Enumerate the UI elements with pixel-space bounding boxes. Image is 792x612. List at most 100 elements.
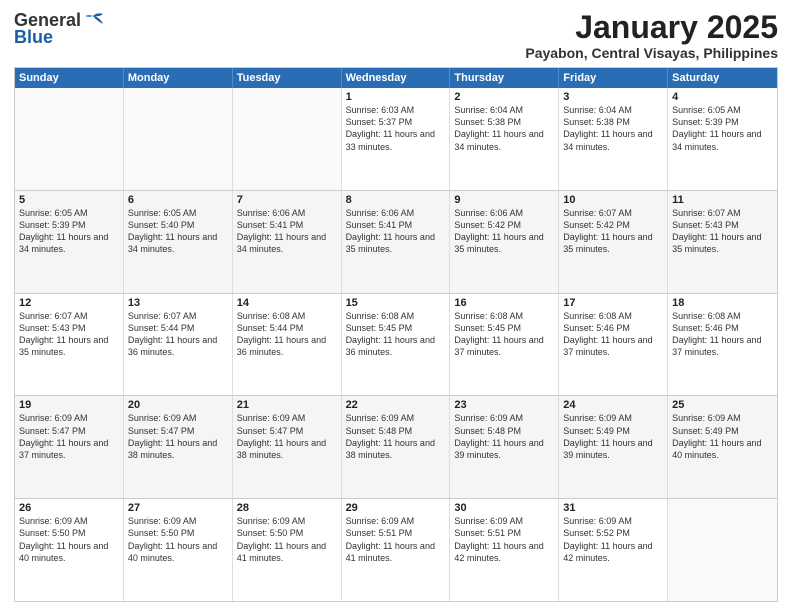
day-cell-31: 31Sunrise: 6:09 AM Sunset: 5:52 PM Dayli…: [559, 499, 668, 601]
day-cell-21: 21Sunrise: 6:09 AM Sunset: 5:47 PM Dayli…: [233, 396, 342, 498]
day-number: 23: [454, 399, 554, 411]
day-info: Sunrise: 6:03 AM Sunset: 5:37 PM Dayligh…: [346, 104, 446, 153]
day-number: 21: [237, 399, 337, 411]
day-number: 12: [19, 297, 119, 309]
day-cell-30: 30Sunrise: 6:09 AM Sunset: 5:51 PM Dayli…: [450, 499, 559, 601]
day-number: 26: [19, 502, 119, 514]
empty-cell: [233, 88, 342, 190]
day-cell-8: 8Sunrise: 6:06 AM Sunset: 5:41 PM Daylig…: [342, 191, 451, 293]
week-3: 12Sunrise: 6:07 AM Sunset: 5:43 PM Dayli…: [15, 294, 777, 397]
day-cell-25: 25Sunrise: 6:09 AM Sunset: 5:49 PM Dayli…: [668, 396, 777, 498]
day-info: Sunrise: 6:05 AM Sunset: 5:39 PM Dayligh…: [672, 104, 773, 153]
day-number: 9: [454, 194, 554, 206]
day-cell-18: 18Sunrise: 6:08 AM Sunset: 5:46 PM Dayli…: [668, 294, 777, 396]
day-number: 7: [237, 194, 337, 206]
day-info: Sunrise: 6:07 AM Sunset: 5:43 PM Dayligh…: [19, 310, 119, 359]
week-2: 5Sunrise: 6:05 AM Sunset: 5:39 PM Daylig…: [15, 191, 777, 294]
day-number: 24: [563, 399, 663, 411]
header-day-monday: Monday: [124, 68, 233, 88]
day-info: Sunrise: 6:04 AM Sunset: 5:38 PM Dayligh…: [563, 104, 663, 153]
day-info: Sunrise: 6:09 AM Sunset: 5:48 PM Dayligh…: [454, 412, 554, 461]
day-number: 17: [563, 297, 663, 309]
day-number: 19: [19, 399, 119, 411]
logo-blue: Blue: [14, 27, 53, 48]
day-info: Sunrise: 6:09 AM Sunset: 5:48 PM Dayligh…: [346, 412, 446, 461]
day-info: Sunrise: 6:09 AM Sunset: 5:50 PM Dayligh…: [128, 515, 228, 564]
day-cell-27: 27Sunrise: 6:09 AM Sunset: 5:50 PM Dayli…: [124, 499, 233, 601]
day-cell-9: 9Sunrise: 6:06 AM Sunset: 5:42 PM Daylig…: [450, 191, 559, 293]
day-number: 4: [672, 91, 773, 103]
day-number: 11: [672, 194, 773, 206]
day-number: 27: [128, 502, 228, 514]
logo: General Blue: [14, 10, 105, 48]
day-cell-23: 23Sunrise: 6:09 AM Sunset: 5:48 PM Dayli…: [450, 396, 559, 498]
day-number: 3: [563, 91, 663, 103]
calendar: SundayMondayTuesdayWednesdayThursdayFrid…: [14, 67, 778, 602]
day-cell-13: 13Sunrise: 6:07 AM Sunset: 5:44 PM Dayli…: [124, 294, 233, 396]
day-number: 10: [563, 194, 663, 206]
day-number: 25: [672, 399, 773, 411]
day-number: 28: [237, 502, 337, 514]
day-number: 16: [454, 297, 554, 309]
day-info: Sunrise: 6:08 AM Sunset: 5:45 PM Dayligh…: [454, 310, 554, 359]
day-cell-1: 1Sunrise: 6:03 AM Sunset: 5:37 PM Daylig…: [342, 88, 451, 190]
day-number: 1: [346, 91, 446, 103]
sub-title: Payabon, Central Visayas, Philippines: [525, 45, 778, 61]
day-cell-14: 14Sunrise: 6:08 AM Sunset: 5:44 PM Dayli…: [233, 294, 342, 396]
day-info: Sunrise: 6:05 AM Sunset: 5:39 PM Dayligh…: [19, 207, 119, 256]
day-cell-26: 26Sunrise: 6:09 AM Sunset: 5:50 PM Dayli…: [15, 499, 124, 601]
day-cell-11: 11Sunrise: 6:07 AM Sunset: 5:43 PM Dayli…: [668, 191, 777, 293]
day-info: Sunrise: 6:08 AM Sunset: 5:46 PM Dayligh…: [672, 310, 773, 359]
day-number: 18: [672, 297, 773, 309]
day-cell-16: 16Sunrise: 6:08 AM Sunset: 5:45 PM Dayli…: [450, 294, 559, 396]
day-info: Sunrise: 6:07 AM Sunset: 5:43 PM Dayligh…: [672, 207, 773, 256]
empty-cell: [15, 88, 124, 190]
day-info: Sunrise: 6:09 AM Sunset: 5:49 PM Dayligh…: [563, 412, 663, 461]
day-number: 30: [454, 502, 554, 514]
day-info: Sunrise: 6:08 AM Sunset: 5:46 PM Dayligh…: [563, 310, 663, 359]
calendar-body: 1Sunrise: 6:03 AM Sunset: 5:37 PM Daylig…: [15, 88, 777, 601]
day-number: 2: [454, 91, 554, 103]
logo-bird-icon: [83, 12, 105, 30]
day-info: Sunrise: 6:06 AM Sunset: 5:42 PM Dayligh…: [454, 207, 554, 256]
day-cell-17: 17Sunrise: 6:08 AM Sunset: 5:46 PM Dayli…: [559, 294, 668, 396]
day-cell-28: 28Sunrise: 6:09 AM Sunset: 5:50 PM Dayli…: [233, 499, 342, 601]
day-cell-6: 6Sunrise: 6:05 AM Sunset: 5:40 PM Daylig…: [124, 191, 233, 293]
header-day-thursday: Thursday: [450, 68, 559, 88]
day-cell-15: 15Sunrise: 6:08 AM Sunset: 5:45 PM Dayli…: [342, 294, 451, 396]
page: General Blue January 2025 Payabon, Centr…: [0, 0, 792, 612]
day-cell-19: 19Sunrise: 6:09 AM Sunset: 5:47 PM Dayli…: [15, 396, 124, 498]
day-number: 14: [237, 297, 337, 309]
empty-cell: [668, 499, 777, 601]
day-info: Sunrise: 6:08 AM Sunset: 5:45 PM Dayligh…: [346, 310, 446, 359]
header-day-friday: Friday: [559, 68, 668, 88]
day-number: 6: [128, 194, 228, 206]
day-info: Sunrise: 6:09 AM Sunset: 5:49 PM Dayligh…: [672, 412, 773, 461]
day-number: 29: [346, 502, 446, 514]
week-5: 26Sunrise: 6:09 AM Sunset: 5:50 PM Dayli…: [15, 499, 777, 601]
day-info: Sunrise: 6:09 AM Sunset: 5:47 PM Dayligh…: [237, 412, 337, 461]
header-day-tuesday: Tuesday: [233, 68, 342, 88]
day-cell-24: 24Sunrise: 6:09 AM Sunset: 5:49 PM Dayli…: [559, 396, 668, 498]
day-info: Sunrise: 6:05 AM Sunset: 5:40 PM Dayligh…: [128, 207, 228, 256]
day-number: 15: [346, 297, 446, 309]
day-info: Sunrise: 6:09 AM Sunset: 5:52 PM Dayligh…: [563, 515, 663, 564]
day-info: Sunrise: 6:07 AM Sunset: 5:44 PM Dayligh…: [128, 310, 228, 359]
title-area: January 2025 Payabon, Central Visayas, P…: [525, 10, 778, 61]
day-cell-4: 4Sunrise: 6:05 AM Sunset: 5:39 PM Daylig…: [668, 88, 777, 190]
week-4: 19Sunrise: 6:09 AM Sunset: 5:47 PM Dayli…: [15, 396, 777, 499]
day-info: Sunrise: 6:07 AM Sunset: 5:42 PM Dayligh…: [563, 207, 663, 256]
day-cell-7: 7Sunrise: 6:06 AM Sunset: 5:41 PM Daylig…: [233, 191, 342, 293]
day-cell-5: 5Sunrise: 6:05 AM Sunset: 5:39 PM Daylig…: [15, 191, 124, 293]
day-number: 8: [346, 194, 446, 206]
main-title: January 2025: [525, 10, 778, 45]
day-info: Sunrise: 6:09 AM Sunset: 5:50 PM Dayligh…: [19, 515, 119, 564]
day-info: Sunrise: 6:09 AM Sunset: 5:47 PM Dayligh…: [128, 412, 228, 461]
header-day-sunday: Sunday: [15, 68, 124, 88]
header-day-wednesday: Wednesday: [342, 68, 451, 88]
day-info: Sunrise: 6:08 AM Sunset: 5:44 PM Dayligh…: [237, 310, 337, 359]
day-info: Sunrise: 6:09 AM Sunset: 5:47 PM Dayligh…: [19, 412, 119, 461]
day-info: Sunrise: 6:06 AM Sunset: 5:41 PM Dayligh…: [346, 207, 446, 256]
day-number: 20: [128, 399, 228, 411]
header: General Blue January 2025 Payabon, Centr…: [14, 10, 778, 61]
